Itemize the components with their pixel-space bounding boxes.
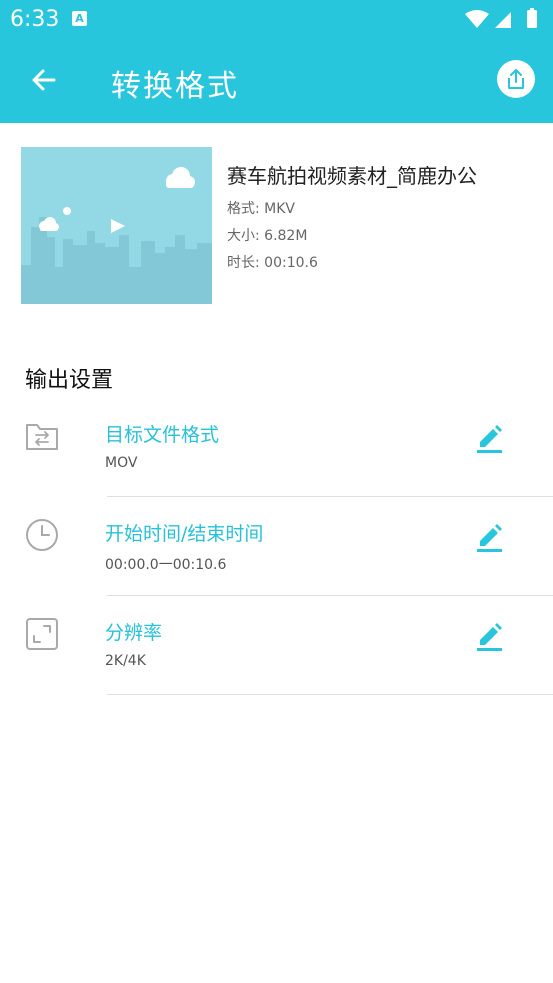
app-header: 6:33 A 转换格式 [0, 0, 553, 123]
setting-value: 2K/4K [105, 653, 146, 669]
output-settings-title: 输出设置 [25, 368, 114, 393]
arrow-left-icon [32, 69, 56, 91]
edit-pencil-icon[interactable] [471, 421, 507, 457]
setting-row-target-format[interactable]: 目标文件格式 MOV [0, 398, 553, 497]
setting-row-resolution[interactable]: 分辨率 2K/4K [0, 596, 553, 695]
setting-label: 开始时间/结束时间 [105, 523, 264, 545]
meta-duration: 时长: 00:10.6 [227, 252, 318, 272]
meta-format: 格式: MKV [227, 198, 295, 218]
duration-value: 00:10.6 [264, 255, 318, 271]
resize-icon [26, 618, 58, 650]
edit-pencil-icon[interactable] [471, 520, 507, 556]
status-time: 6:33 [10, 7, 60, 32]
app-bar: 转换格式 [0, 38, 553, 123]
divider [107, 694, 553, 695]
duration-label: 时长: [227, 255, 260, 271]
setting-label: 目标文件格式 [105, 424, 220, 446]
share-icon [508, 69, 524, 89]
format-label: 格式: [227, 201, 260, 217]
page-title: 转换格式 [111, 69, 239, 104]
signal-battery-icons [465, 8, 537, 28]
share-button[interactable] [497, 60, 535, 98]
video-title: 赛车航拍视频素材_简鹿办公 [227, 164, 477, 188]
meta-size: 大小: 6.82M [227, 225, 307, 245]
setting-row-time-range[interactable]: 开始时间/结束时间 00:00.0一00:10.6 [0, 497, 553, 596]
folder-convert-icon [26, 424, 58, 450]
status-bar: 6:33 A [0, 0, 553, 38]
setting-label: 分辨率 [105, 622, 163, 644]
notification-a-icon: A [72, 11, 87, 26]
city-skyline-illustration [21, 147, 212, 304]
format-value: MKV [264, 201, 296, 217]
back-button[interactable] [24, 60, 64, 100]
edit-pencil-icon[interactable] [471, 619, 507, 655]
clock-icon [26, 519, 58, 551]
video-thumbnail[interactable] [21, 147, 212, 304]
size-label: 大小: [227, 228, 260, 244]
size-value: 6.82M [264, 228, 308, 244]
setting-value: MOV [105, 455, 138, 471]
setting-value: 00:00.0一00:10.6 [105, 557, 227, 573]
